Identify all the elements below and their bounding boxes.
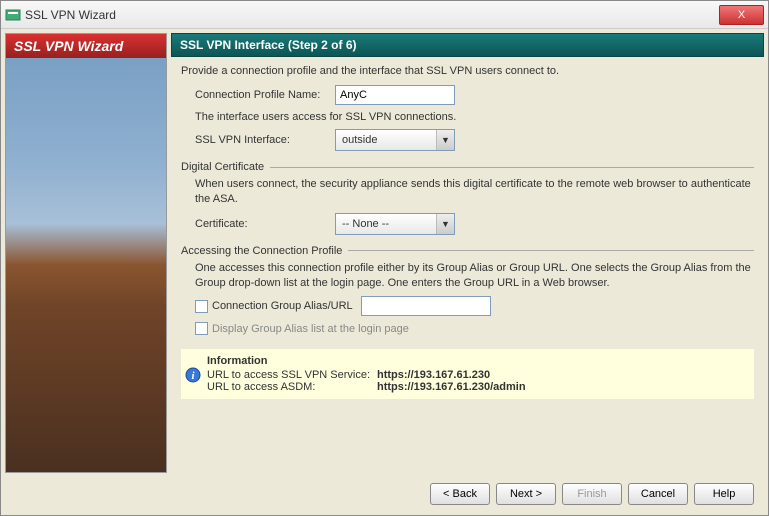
alias-checkbox[interactable] — [195, 300, 208, 313]
alias-input[interactable] — [361, 296, 491, 316]
cancel-button[interactable]: Cancel — [628, 483, 688, 505]
divider — [270, 167, 754, 168]
display-alias-label: Display Group Alias list at the login pa… — [212, 323, 409, 335]
info-line1-label: URL to access SSL VPN Service: — [207, 369, 377, 381]
profile-name-row: Connection Profile Name: — [195, 85, 754, 105]
accessing-desc: One accesses this connection profile eit… — [195, 261, 754, 291]
info-line-1: URL to access SSL VPN Service: https://1… — [207, 369, 746, 381]
titlebar: SSL VPN Wizard X — [1, 1, 768, 29]
sidebar: SSL VPN Wizard — [5, 33, 167, 473]
info-line2-value: https://193.167.61.230/admin — [377, 381, 526, 393]
display-alias-row: Display Group Alias list at the login pa… — [195, 322, 754, 335]
close-button[interactable]: X — [719, 5, 764, 25]
interface-row: SSL VPN Interface: outside ▼ — [195, 129, 754, 151]
alias-checkbox-row: Connection Group Alias/URL — [195, 296, 754, 316]
info-line-2: URL to access ASDM: https://193.167.61.2… — [207, 381, 746, 393]
button-bar: < Back Next > Finish Cancel Help — [171, 477, 764, 511]
accessing-fieldset: Accessing the Connection Profile One acc… — [181, 245, 754, 336]
intro-text: Provide a connection profile and the int… — [181, 65, 754, 77]
window-title: SSL VPN Wizard — [25, 8, 719, 22]
step-header: SSL VPN Interface (Step 2 of 6) — [171, 33, 764, 57]
chevron-down-icon: ▼ — [436, 130, 454, 150]
chevron-down-icon: ▼ — [436, 214, 454, 234]
sidebar-title: SSL VPN Wizard — [6, 34, 166, 58]
help-button[interactable]: Help — [694, 483, 754, 505]
divider — [348, 250, 754, 251]
app-icon — [5, 7, 21, 23]
interface-note: The interface users access for SSL VPN c… — [195, 111, 754, 123]
alias-checkbox-label: Connection Group Alias/URL — [212, 300, 353, 312]
finish-button: Finish — [562, 483, 622, 505]
profile-name-label: Connection Profile Name: — [195, 89, 335, 101]
sidebar-illustration — [6, 58, 166, 472]
cert-label: Certificate: — [195, 218, 335, 230]
cert-row: Certificate: -- None -- ▼ — [195, 213, 754, 235]
digital-cert-legend-text: Digital Certificate — [181, 161, 264, 173]
digital-cert-legend: Digital Certificate — [181, 161, 754, 173]
profile-name-input[interactable] — [335, 85, 455, 105]
info-icon: i — [185, 367, 201, 383]
digital-cert-desc: When users connect, the security applian… — [195, 177, 754, 207]
interface-value: outside — [336, 134, 436, 146]
body: SSL VPN Wizard SSL VPN Interface (Step 2… — [1, 29, 768, 515]
info-title: Information — [207, 355, 746, 367]
main-panel: SSL VPN Interface (Step 2 of 6) Provide … — [171, 33, 764, 511]
info-box: i Information URL to access SSL VPN Serv… — [181, 349, 754, 399]
cert-dropdown[interactable]: -- None -- ▼ — [335, 213, 455, 235]
accessing-legend-text: Accessing the Connection Profile — [181, 245, 342, 257]
accessing-legend: Accessing the Connection Profile — [181, 245, 754, 257]
next-button[interactable]: Next > — [496, 483, 556, 505]
back-button[interactable]: < Back — [430, 483, 490, 505]
interface-label: SSL VPN Interface: — [195, 134, 335, 146]
content: Provide a connection profile and the int… — [171, 57, 764, 477]
info-line1-value: https://193.167.61.230 — [377, 369, 490, 381]
digital-cert-fieldset: Digital Certificate When users connect, … — [181, 161, 754, 235]
display-alias-checkbox[interactable] — [195, 322, 208, 335]
wizard-window: SSL VPN Wizard X SSL VPN Wizard SSL VPN … — [0, 0, 769, 516]
info-line2-label: URL to access ASDM: — [207, 381, 377, 393]
cert-value: -- None -- — [336, 218, 436, 230]
interface-dropdown[interactable]: outside ▼ — [335, 129, 455, 151]
